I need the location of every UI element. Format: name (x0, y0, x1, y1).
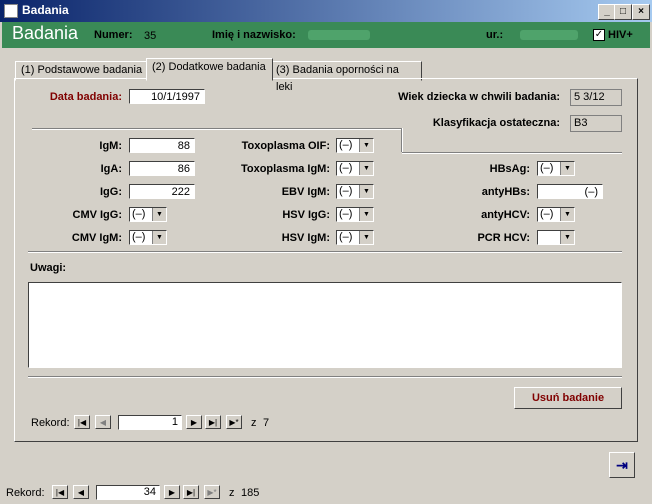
birth-value-redacted (520, 30, 578, 40)
prev-record-icon[interactable]: ◀ (95, 415, 111, 429)
iga-label: IgA: (100, 163, 122, 175)
chevron-down-icon[interactable]: ▼ (359, 139, 373, 152)
last-record-icon[interactable]: ▶| (183, 485, 199, 499)
antyhcv-combo[interactable]: (–) ▼ (537, 207, 575, 222)
klasyfikacja-field: B3 (570, 115, 622, 132)
title-bar: Badania _ □ × (0, 0, 652, 22)
toxo-igm-value: (–) (339, 162, 353, 174)
separator-notch (401, 128, 403, 152)
outer-current-record[interactable]: 34 (96, 485, 160, 500)
exit-door-icon[interactable]: ⇥ (609, 452, 635, 478)
inner-total: 7 (263, 417, 270, 429)
chevron-down-icon[interactable]: ▼ (359, 231, 373, 244)
header-title: Badania (12, 23, 79, 43)
separator-top (32, 128, 402, 130)
ebv-igm-value: (–) (339, 185, 353, 197)
next-record-icon[interactable]: ▶ (164, 485, 180, 499)
hbsag-combo[interactable]: (–) ▼ (537, 161, 575, 176)
hbsag-label: HBsAg: (489, 163, 530, 175)
maximize-button[interactable]: □ (614, 4, 632, 20)
ebv-igm-label: EBV IgM: (281, 186, 330, 198)
antyhbs-label: antyHBs: (481, 186, 530, 198)
form-header: Badania Numer: 35 Imię i nazwisko: ur.: … (2, 22, 650, 48)
uwagi-label: Uwagi: (30, 262, 67, 274)
toxo-oif-combo[interactable]: (–) ▼ (336, 138, 374, 153)
chevron-down-icon[interactable]: ▼ (359, 162, 373, 175)
new-record-icon[interactable]: ▶* (226, 415, 242, 429)
separator-middle (28, 251, 622, 253)
igm-label: IgM: (99, 140, 122, 152)
toxo-oif-label: Toxoplasma OIF: (241, 140, 330, 152)
cmv-igm-combo[interactable]: (–) ▼ (129, 230, 167, 245)
tab-dodatkowe[interactable]: (2) Dodatkowe badania (146, 58, 273, 81)
igm-field[interactable]: 88 (129, 138, 195, 153)
cmv-igg-combo[interactable]: (–) ▼ (129, 207, 167, 222)
separator-bottom (28, 376, 622, 378)
inner-nav-label: Rekord: (31, 417, 70, 429)
antyhbs-field[interactable]: (–) (537, 184, 603, 199)
chevron-down-icon[interactable]: ▼ (152, 231, 166, 244)
hsv-igm-combo[interactable]: (–) ▼ (336, 230, 374, 245)
pcr-hcv-label: PCR HCV: (477, 232, 530, 244)
next-record-icon[interactable]: ▶ (186, 415, 202, 429)
hsv-igg-value: (–) (339, 208, 353, 220)
hsv-igg-label: HSV IgG: (282, 209, 330, 221)
iga-field[interactable]: 86 (129, 161, 195, 176)
outer-of-label: z (229, 487, 235, 499)
inner-of-label: z (251, 417, 257, 429)
toxo-oif-value: (–) (339, 139, 353, 151)
hiv-checkbox[interactable]: ✓ (593, 29, 605, 41)
data-badania-label: Data badania: (49, 91, 122, 103)
separator-right (402, 152, 622, 154)
chevron-down-icon[interactable]: ▼ (560, 231, 574, 244)
antyhcv-value: (–) (540, 208, 554, 220)
outer-total: 185 (241, 487, 260, 499)
outer-nav-label: Rekord: (6, 487, 45, 499)
numer-value: 35 (144, 30, 157, 42)
numer-label: Numer: (94, 29, 133, 41)
close-button[interactable]: × (632, 4, 650, 20)
igg-field[interactable]: 222 (129, 184, 195, 199)
chevron-down-icon[interactable]: ▼ (359, 185, 373, 198)
form-icon (4, 4, 18, 18)
antyhcv-label: antyHCV: (481, 209, 530, 221)
prev-record-icon[interactable]: ◀ (73, 485, 89, 499)
cmv-igm-value: (–) (132, 231, 146, 243)
window-title: Badania (22, 3, 69, 17)
uwagi-textarea[interactable] (28, 282, 622, 368)
chevron-down-icon[interactable]: ▼ (359, 208, 373, 221)
hsv-igm-value: (–) (339, 231, 353, 243)
wiek-label: Wiek dziecka w chwili badania: (398, 91, 560, 103)
klasyfikacja-label: Klasyfikacja ostateczna: (432, 117, 560, 129)
inner-current-record[interactable]: 1 (118, 415, 182, 430)
first-record-icon[interactable]: |◀ (52, 485, 68, 499)
usun-badanie-button[interactable]: Usuń badanie (514, 387, 622, 409)
hbsag-value: (–) (540, 162, 554, 174)
pcr-hcv-combo[interactable]: ▼ (537, 230, 575, 245)
cmv-igm-label: CMV IgM: (71, 232, 122, 244)
toxo-igm-combo[interactable]: (–) ▼ (336, 161, 374, 176)
ebv-igm-combo[interactable]: (–) ▼ (336, 184, 374, 199)
hsv-igg-combo[interactable]: (–) ▼ (336, 207, 374, 222)
birth-label: ur.: (486, 29, 504, 41)
wiek-field: 5 3/12 (570, 89, 622, 106)
name-value-redacted (308, 30, 370, 40)
first-record-icon[interactable]: |◀ (74, 415, 90, 429)
last-record-icon[interactable]: ▶| (205, 415, 221, 429)
chevron-down-icon[interactable]: ▼ (152, 208, 166, 221)
new-record-icon[interactable]: ▶* (204, 485, 220, 499)
hiv-label: HIV+ (608, 29, 633, 41)
igg-label: IgG: (100, 186, 122, 198)
cmv-igg-label: CMV IgG: (72, 209, 123, 221)
name-label: Imię i nazwisko: (212, 29, 296, 41)
data-badania-field[interactable]: 10/1/1997 (129, 89, 205, 104)
hsv-igm-label: HSV IgM: (281, 232, 330, 244)
chevron-down-icon[interactable]: ▼ (560, 162, 574, 175)
chevron-down-icon[interactable]: ▼ (560, 208, 574, 221)
toxo-igm-label: Toxoplasma IgM: (240, 163, 330, 175)
cmv-igg-value: (–) (132, 208, 146, 220)
